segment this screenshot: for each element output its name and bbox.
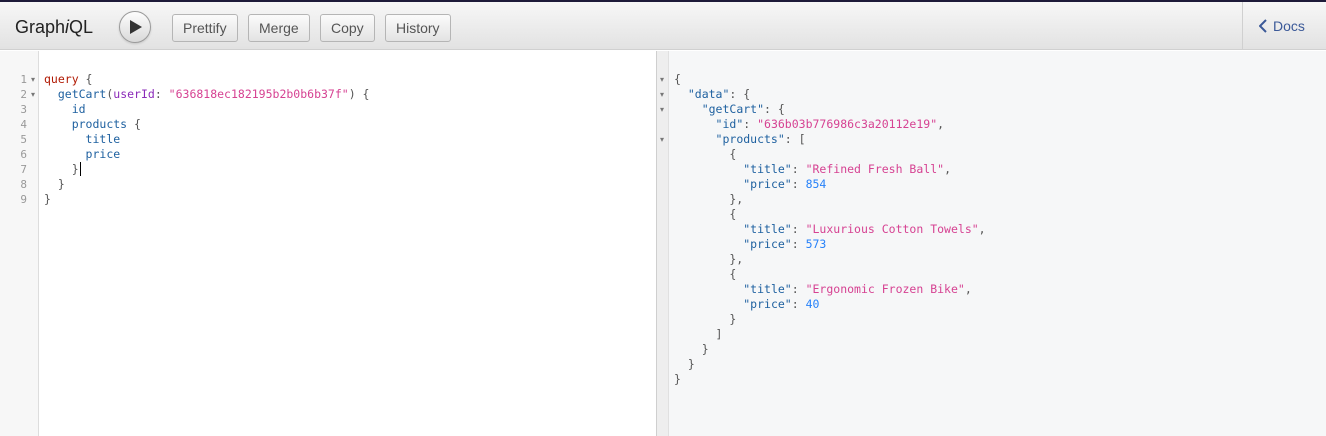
result-line: ] (674, 327, 723, 341)
line-number: 9 (20, 193, 27, 206)
fold-toggle-icon[interactable]: ▾ (31, 72, 35, 87)
result-line: { (674, 72, 681, 86)
history-button[interactable]: History (385, 14, 451, 42)
prettify-button[interactable]: Prettify (172, 14, 238, 42)
query-line: query { (44, 72, 93, 86)
line-number: 6 (20, 148, 27, 161)
line-number: 5 (20, 133, 27, 146)
result-line: "price": 854 (743, 177, 827, 191)
line-number: 1 (20, 73, 27, 86)
docs-button[interactable]: Docs (1259, 18, 1305, 34)
execute-query-button[interactable] (119, 11, 151, 43)
copy-button[interactable]: Copy (320, 14, 375, 42)
query-line: title (85, 132, 121, 146)
result-line: "id": "636b03b776986c3a20112e19", (715, 117, 945, 131)
result-line: } (674, 312, 737, 326)
result-line: "price": 573 (743, 237, 827, 251)
result-line: "title": "Refined Fresh Ball", (743, 162, 951, 176)
fold-toggle-icon[interactable]: ▾ (660, 72, 664, 87)
result-line: }, (674, 192, 744, 206)
result-line: } (674, 342, 709, 356)
result-line: { (674, 267, 737, 281)
docs-label: Docs (1273, 18, 1305, 34)
query-line: products { (71, 117, 141, 131)
line-number: 3 (20, 103, 27, 116)
docs-explorer-toggle: Docs (1242, 2, 1326, 50)
line-number: 2 (20, 88, 27, 101)
query-line: } (44, 192, 51, 206)
query-editor[interactable]: 1 2 3 4 5 6 7 8 9 ▾ ▾ query { getCart(userId: "636… (0, 51, 656, 436)
text-cursor (80, 162, 81, 176)
query-line: id (71, 102, 86, 116)
result-line: "products": [ (715, 132, 806, 146)
fold-toggle-icon[interactable]: ▾ (660, 102, 664, 117)
merge-button[interactable]: Merge (248, 14, 310, 42)
line-number: 8 (20, 178, 27, 191)
result-line: } (674, 372, 681, 386)
query-line: } (71, 162, 79, 176)
result-line: "title": "Ergonomic Frozen Bike", (743, 282, 972, 296)
result-line: "price": 40 (743, 297, 820, 311)
line-number: 7 (20, 163, 27, 176)
line-number: 4 (20, 118, 27, 131)
fold-toggle-icon[interactable]: ▾ (660, 132, 664, 147)
toolbar: GraphiQL Prettify Merge Copy History (0, 2, 1326, 50)
fold-toggle-icon[interactable]: ▾ (660, 87, 664, 102)
result-line: "data": { (687, 87, 751, 101)
result-line: } (674, 357, 695, 371)
query-line: getCart(userId: "636818ec182195b2b0b6b37… (57, 87, 370, 101)
fold-toggle-icon[interactable]: ▾ (31, 87, 35, 102)
query-line: } (57, 177, 65, 191)
result-viewer: { "data": { "getCart": { "id": "636b03b7… (657, 51, 1326, 436)
app-title: GraphiQL (15, 17, 94, 37)
chevron-left-icon (1259, 19, 1267, 33)
result-line: { (674, 147, 737, 161)
result-line: "title": "Luxurious Cotton Towels", (743, 222, 986, 236)
result-line: }, (674, 252, 744, 266)
result-line: "getCart": { (701, 102, 785, 116)
result-line: { (674, 207, 737, 221)
play-icon (130, 20, 142, 34)
query-line: price (85, 147, 121, 161)
